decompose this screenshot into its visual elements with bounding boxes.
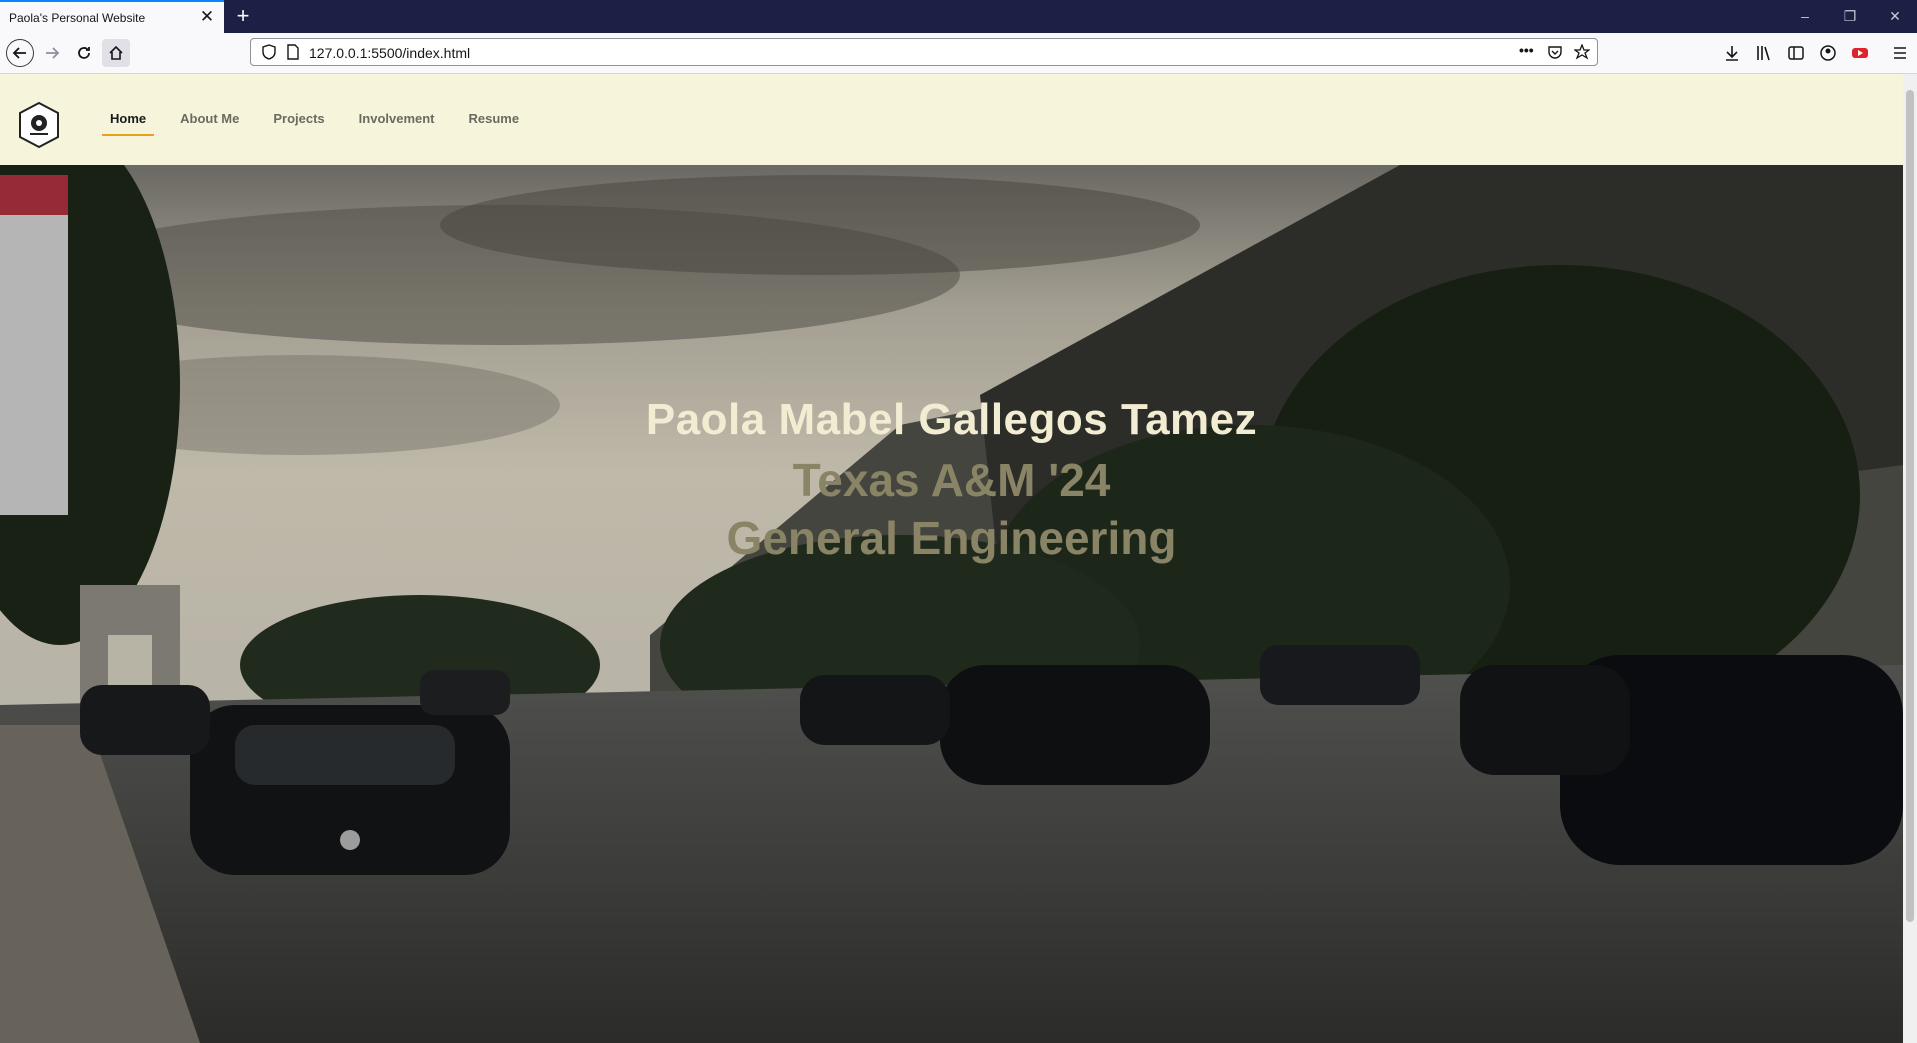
url-bar[interactable]: 127.0.0.1:5500/index.html •••	[250, 38, 1598, 66]
back-button[interactable]	[6, 39, 34, 67]
sidebar-icon[interactable]	[1787, 44, 1805, 62]
reload-button[interactable]	[70, 39, 98, 67]
account-icon[interactable]	[1819, 44, 1837, 62]
forward-button[interactable]	[38, 39, 66, 67]
shield-icon[interactable]	[261, 44, 277, 60]
url-text[interactable]: 127.0.0.1:5500/index.html	[309, 45, 470, 61]
page-icon	[287, 44, 299, 60]
bookmark-star-icon[interactable]	[1574, 44, 1590, 60]
hero-content: Paola Mabel Gallegos Tamez Texas A&M '24…	[0, 395, 1903, 565]
extension-icon[interactable]	[1851, 44, 1869, 62]
page-actions-icon[interactable]: •••	[1519, 42, 1534, 58]
page-scrollbar[interactable]	[1903, 74, 1917, 1043]
site-header: Home About Me Projects Involvement Resum…	[0, 74, 1903, 165]
scrollbar-thumb[interactable]	[1906, 90, 1914, 922]
hero-school: Texas A&M '24	[792, 454, 1111, 506]
pocket-icon[interactable]	[1547, 44, 1563, 60]
site-nav: Home About Me Projects Involvement Resum…	[102, 111, 545, 136]
window-close-icon[interactable]: ✕	[1875, 6, 1915, 26]
tab-title: Paola's Personal Website	[9, 11, 146, 25]
home-button[interactable]	[102, 39, 130, 67]
nav-about-me[interactable]: About Me	[172, 111, 247, 136]
new-tab-icon[interactable]: +	[232, 5, 254, 27]
nav-projects[interactable]: Projects	[265, 111, 332, 136]
site-logo[interactable]	[17, 101, 61, 149]
forward-arrow-icon	[46, 47, 60, 59]
reload-icon	[78, 47, 90, 59]
home-icon	[109, 45, 123, 60]
library-icon[interactable]	[1755, 44, 1773, 62]
nav-involvement[interactable]: Involvement	[351, 111, 443, 136]
browser-tab[interactable]: Paola's Personal Website ✕	[0, 0, 224, 33]
nav-resume[interactable]: Resume	[461, 111, 528, 136]
back-arrow-icon	[12, 47, 26, 59]
hero-name: Paola Mabel Gallegos Tamez	[645, 395, 1258, 444]
browser-nav-bar: 127.0.0.1:5500/index.html •••	[0, 33, 1917, 74]
nav-home[interactable]: Home	[102, 111, 155, 136]
browser-tab-bar: Paola's Personal Website ✕ + – ❐ ✕	[0, 0, 1917, 33]
hero-background-image	[0, 165, 1903, 1043]
hero-major: General Engineering	[726, 512, 1177, 564]
menu-icon[interactable]	[1891, 44, 1909, 62]
minimize-icon[interactable]: –	[1785, 6, 1825, 26]
hero-section: Paola Mabel Gallegos Tamez Texas A&M '24…	[0, 165, 1903, 1043]
tab-close-icon[interactable]: ✕	[198, 8, 216, 26]
restore-icon[interactable]: ❐	[1830, 6, 1870, 26]
downloads-icon[interactable]	[1723, 44, 1741, 62]
